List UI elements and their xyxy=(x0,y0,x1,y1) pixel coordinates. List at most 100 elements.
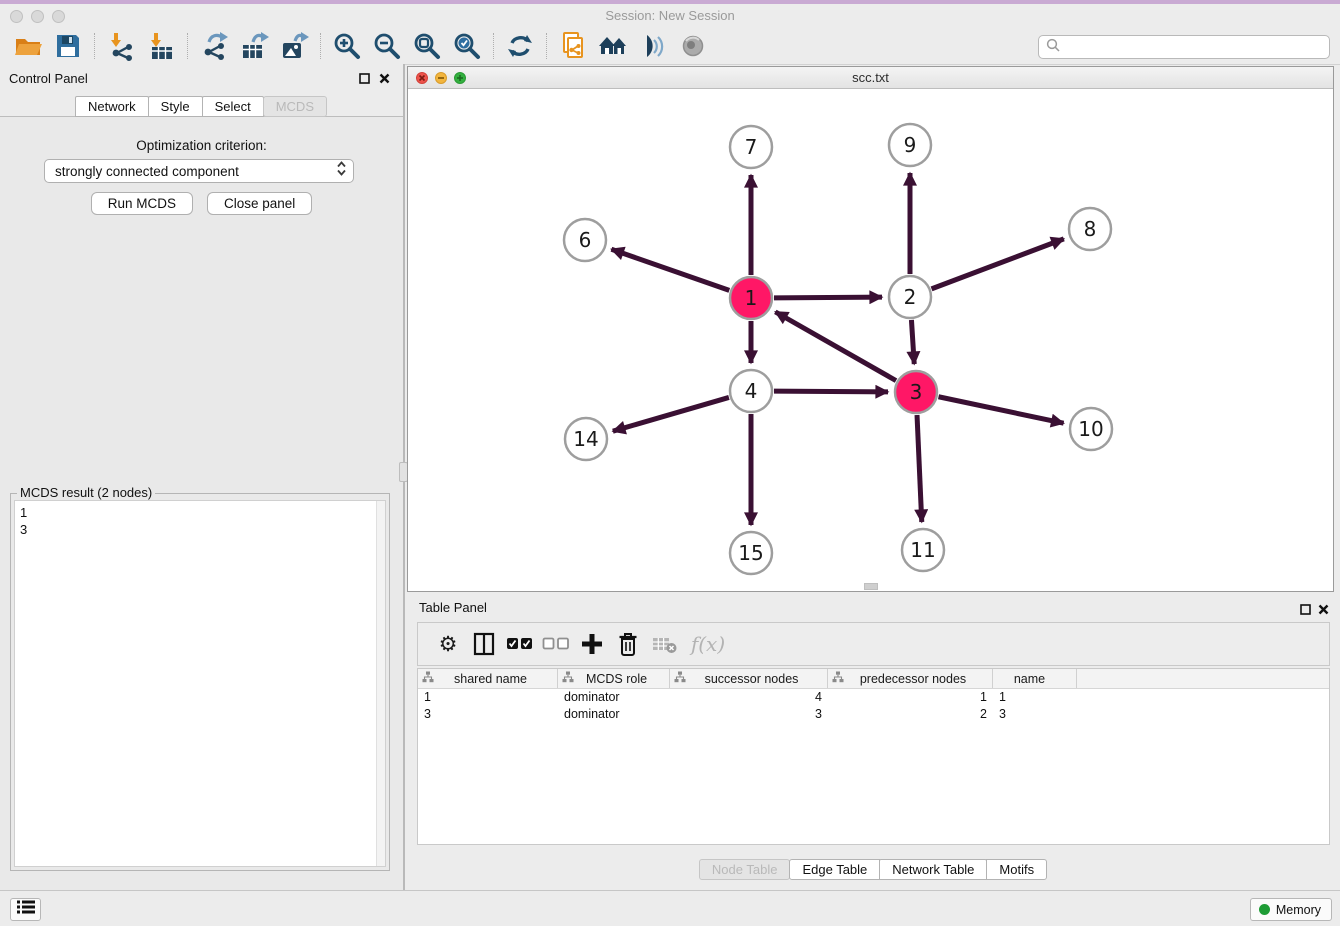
tab-network-table[interactable]: Network Table xyxy=(879,859,987,880)
graph-node-label-9: 9 xyxy=(904,133,917,157)
graph-edge-1-6[interactable] xyxy=(611,249,729,290)
mcds-result-scrollbar[interactable] xyxy=(376,501,385,866)
graph-node-label-4: 4 xyxy=(745,379,758,403)
refresh-view-icon[interactable] xyxy=(500,30,540,62)
cell-name[interactable]: 1 xyxy=(993,689,1077,706)
home-icon[interactable] xyxy=(593,30,633,62)
table-panel: Table Panel ⚙ xyxy=(407,595,1340,890)
settings-gear-icon[interactable]: ⚙ xyxy=(430,627,466,661)
cell-predecessor-nodes[interactable]: 2 xyxy=(828,706,993,723)
tab-mcds[interactable]: MCDS xyxy=(263,96,327,117)
deselect-all-icon[interactable] xyxy=(538,627,574,661)
hierarchy-icon xyxy=(562,671,574,686)
network-window-title: scc.txt xyxy=(408,70,1333,85)
cell-shared-name[interactable]: 1 xyxy=(418,689,558,706)
node-table: shared name MCDS role successor nodes pr… xyxy=(417,668,1330,845)
tab-motifs[interactable]: Motifs xyxy=(986,859,1047,880)
column-header-name[interactable]: name xyxy=(993,669,1077,688)
graph-edge-1-2[interactable] xyxy=(774,297,882,298)
import-network-icon[interactable] xyxy=(101,30,141,62)
mcds-panel-content: Optimization criterion: strongly connect… xyxy=(0,116,403,890)
zoom-out-icon[interactable] xyxy=(367,30,407,62)
control-panel: Control Panel Network Style Select MCDS … xyxy=(0,64,403,890)
delete-row-icon[interactable] xyxy=(610,627,646,661)
network-window-resize-grip[interactable] xyxy=(864,583,878,590)
graph-node-label-2: 2 xyxy=(904,285,917,309)
status-bar: Memory xyxy=(0,890,1340,926)
close-table-panel-icon[interactable] xyxy=(1316,602,1330,616)
close-panel-button[interactable]: Close panel xyxy=(207,192,312,215)
memory-button[interactable]: Memory xyxy=(1250,898,1332,921)
network-window-titlebar[interactable]: scc.txt xyxy=(408,67,1333,89)
run-mcds-button[interactable]: Run MCDS xyxy=(91,192,193,215)
export-image-icon[interactable] xyxy=(274,30,314,62)
optimization-criterion-select[interactable]: strongly connected component xyxy=(44,159,354,183)
cell-shared-name[interactable]: 3 xyxy=(418,706,558,723)
graph-edge-3-10[interactable] xyxy=(939,397,1064,423)
zoom-fit-icon[interactable] xyxy=(407,30,447,62)
mcds-result-text[interactable]: 1 3 xyxy=(14,500,386,867)
cell-successor-nodes[interactable]: 3 xyxy=(670,706,828,723)
cell-predecessor-nodes[interactable]: 1 xyxy=(828,689,993,706)
task-history-button[interactable] xyxy=(10,898,41,921)
graph-edge-2-8[interactable] xyxy=(932,239,1064,289)
hierarchy-icon xyxy=(422,671,434,686)
cell-mcds-role[interactable]: dominator xyxy=(558,689,670,706)
tab-node-table[interactable]: Node Table xyxy=(699,859,791,880)
tab-edge-table[interactable]: Edge Table xyxy=(789,859,880,880)
zoom-selected-icon[interactable] xyxy=(447,30,487,62)
add-row-icon[interactable] xyxy=(574,627,610,661)
column-header-mcds-role[interactable]: MCDS role xyxy=(558,669,670,688)
window-title: Session: New Session xyxy=(0,8,1340,23)
export-table-icon[interactable] xyxy=(234,30,274,62)
cell-successor-nodes[interactable]: 4 xyxy=(670,689,828,706)
optimization-criterion-value: strongly connected component xyxy=(55,164,336,179)
graph-node-label-7: 7 xyxy=(745,135,758,159)
hide-graphics-details-icon[interactable] xyxy=(633,30,673,62)
hierarchy-icon xyxy=(832,671,844,686)
function-builder-icon[interactable]: f(x) xyxy=(682,627,734,661)
graph-edge-3-11[interactable] xyxy=(917,415,922,522)
tab-select[interactable]: Select xyxy=(202,96,264,117)
graph-node-label-6: 6 xyxy=(579,228,592,252)
cell-mcds-role[interactable]: dominator xyxy=(558,706,670,723)
search-field[interactable] xyxy=(1038,35,1330,59)
table-row[interactable]: 3 dominator 3 2 3 xyxy=(418,706,1329,723)
export-network-icon[interactable] xyxy=(194,30,234,62)
import-table-icon[interactable] xyxy=(141,30,181,62)
delete-table-icon[interactable] xyxy=(646,627,682,661)
graph-node-label-14: 14 xyxy=(573,427,598,451)
fx-label: f(x) xyxy=(691,632,725,656)
zoom-in-icon[interactable] xyxy=(327,30,367,62)
table-header-row: shared name MCDS role successor nodes pr… xyxy=(418,669,1329,689)
toolbar-separator xyxy=(187,33,188,59)
graph-node-label-15: 15 xyxy=(738,541,763,565)
network-file-icon[interactable] xyxy=(553,30,593,62)
tab-style[interactable]: Style xyxy=(148,96,203,117)
select-all-icon[interactable] xyxy=(502,627,538,661)
graph-edge-4-3[interactable] xyxy=(774,391,888,392)
column-header-successor-nodes[interactable]: successor nodes xyxy=(670,669,828,688)
column-layout-icon[interactable] xyxy=(466,627,502,661)
cell-name[interactable]: 3 xyxy=(993,706,1077,723)
network-canvas[interactable]: 1234678910111415 xyxy=(408,89,1333,591)
table-panel-tabs: Node Table Edge Table Network Table Moti… xyxy=(407,859,1340,880)
column-header-predecessor-nodes[interactable]: predecessor nodes xyxy=(828,669,993,688)
column-header-shared-name[interactable]: shared name xyxy=(418,669,558,688)
graph-edge-3-1[interactable] xyxy=(775,312,896,381)
search-input[interactable] xyxy=(1061,37,1329,57)
graph-edge-2-3[interactable] xyxy=(911,320,914,364)
graph-edge-4-14[interactable] xyxy=(613,397,729,431)
close-panel-icon[interactable] xyxy=(377,71,391,85)
float-table-panel-icon[interactable] xyxy=(1298,602,1312,616)
table-row[interactable]: 1 dominator 4 1 1 xyxy=(418,689,1329,706)
save-session-icon[interactable] xyxy=(48,30,88,62)
toolbar-separator xyxy=(546,33,547,59)
tab-network[interactable]: Network xyxy=(75,96,149,117)
table-panel-title: Table Panel xyxy=(419,600,487,615)
float-panel-icon[interactable] xyxy=(357,71,371,85)
memory-button-label: Memory xyxy=(1276,903,1321,917)
show-graphics-details-icon[interactable] xyxy=(673,30,713,62)
graph-node-label-10: 10 xyxy=(1078,417,1103,441)
open-file-icon[interactable] xyxy=(8,30,48,62)
